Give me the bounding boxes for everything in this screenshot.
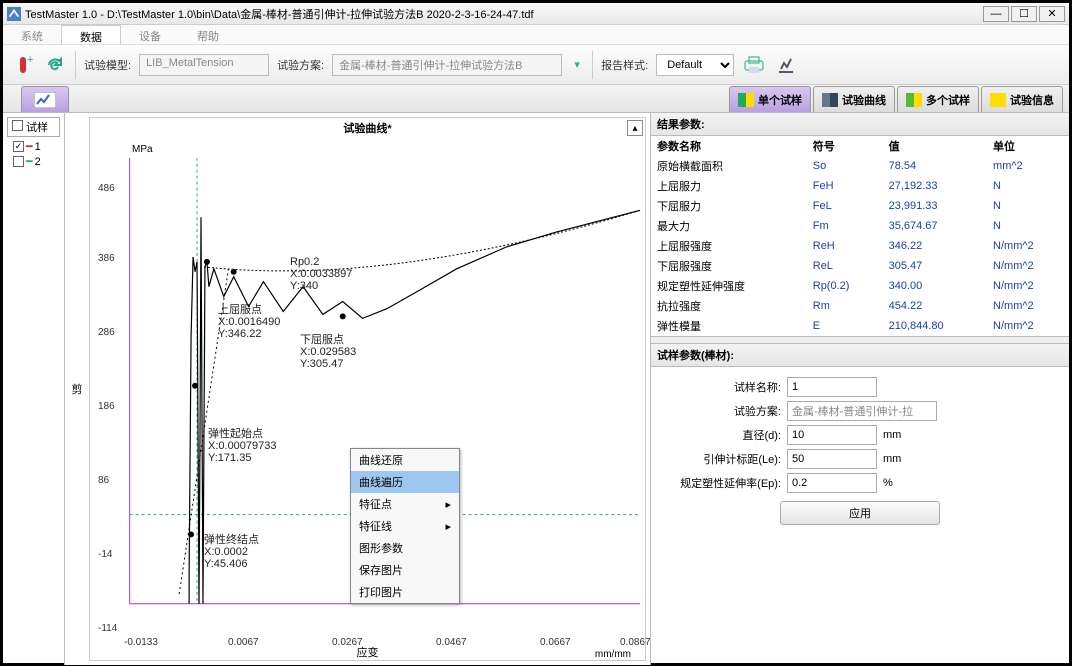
- minimize-button[interactable]: —: [983, 6, 1009, 22]
- tab-test-info[interactable]: 试验信息: [981, 86, 1063, 112]
- window-title: TestMaster 1.0 - D:\TestMaster 1.0\bin\D…: [25, 6, 534, 22]
- expand-chart-icon[interactable]: ▴: [627, 120, 643, 136]
- report-select[interactable]: Default: [656, 54, 734, 76]
- results-header: 结果参数:: [651, 113, 1069, 136]
- model-label: 试验模型:: [84, 57, 131, 73]
- chart-title: 试验曲线*: [90, 118, 645, 138]
- tree-item-1[interactable]: ✓━1: [7, 139, 60, 154]
- ep-input[interactable]: [787, 473, 877, 493]
- sample-params-header: 试样参数(棒材):: [651, 344, 1069, 367]
- ctx-traverse[interactable]: 曲线遍历: [351, 471, 459, 493]
- chevron-right-icon: ▸: [445, 520, 451, 533]
- maximize-button[interactable]: ☐: [1011, 6, 1037, 22]
- table-row: 上屈服力FeH27,192.33N: [651, 176, 1069, 196]
- scheme-field[interactable]: 金属-棒材-普通引伸计-拉伸试验方法B: [332, 54, 562, 76]
- sample-scheme-field: [787, 401, 937, 421]
- checkbox-icon[interactable]: [13, 156, 24, 167]
- menu-system[interactable]: 系统: [3, 25, 61, 44]
- report-label: 报告样式:: [601, 57, 648, 73]
- side-tab-chart[interactable]: [21, 86, 69, 112]
- x-unit: mm/mm: [595, 649, 631, 660]
- results-table: 参数名称符号值单位 原始横截面积So78.54mm^2上屈服力FeH27,192…: [651, 136, 1069, 336]
- tab-test-curve[interactable]: 试验曲线: [813, 86, 895, 112]
- ctx-save-image[interactable]: 保存图片: [351, 559, 459, 581]
- x-label: 应变: [357, 644, 379, 660]
- ep-label: 规定塑性延伸率(Ep):: [661, 475, 781, 491]
- sample-name-input[interactable]: [787, 377, 877, 397]
- close-button[interactable]: ✕: [1039, 6, 1065, 22]
- scheme-label: 试验方案:: [277, 57, 324, 73]
- table-row: 原始横截面积So78.54mm^2: [651, 156, 1069, 176]
- table-row: 下屈服力FeL23,991.33N: [651, 196, 1069, 216]
- apply-button[interactable]: 应用: [780, 501, 940, 525]
- diameter-input[interactable]: [787, 425, 877, 445]
- menu-device[interactable]: 设备: [121, 25, 179, 44]
- tree-item-2[interactable]: ━2: [7, 154, 60, 169]
- ctx-restore[interactable]: 曲线还原: [351, 449, 459, 471]
- model-field[interactable]: LIB_MetalTension: [139, 54, 269, 76]
- menu-data[interactable]: 数据: [61, 25, 121, 44]
- ctx-graph-params[interactable]: 图形参数: [351, 537, 459, 559]
- sample-name-label: 试样名称:: [661, 379, 781, 395]
- export-icon[interactable]: [774, 53, 798, 77]
- refresh-icon[interactable]: [43, 53, 67, 77]
- y-outer-label: 剪: [72, 381, 83, 397]
- table-row: 上屈服强度ReH346.22N/mm^2: [651, 236, 1069, 256]
- sample-tree: 试样 ✓━1 ━2: [3, 113, 65, 665]
- menu-help[interactable]: 帮助: [179, 25, 237, 44]
- print-preview-icon[interactable]: [742, 53, 766, 77]
- table-row: 参数名称符号值单位: [651, 136, 1069, 156]
- diameter-label: 直径(d):: [661, 427, 781, 443]
- table-row: 弹性模量E210,844.80N/mm^2: [651, 316, 1069, 336]
- tab-multi-sample[interactable]: 多个试样: [897, 86, 979, 112]
- scheme-dropdown-icon[interactable]: ▾: [570, 58, 584, 71]
- ctx-feature-line[interactable]: 特征线▸: [351, 515, 459, 537]
- app-icon: [7, 7, 21, 21]
- context-menu: 曲线还原 曲线遍历 特征点▸ 特征线▸ 图形参数 保存图片 打印图片: [350, 448, 460, 604]
- tree-header: 试样: [26, 122, 48, 134]
- gauge-input[interactable]: [787, 449, 877, 469]
- checkbox-icon[interactable]: ✓: [13, 141, 24, 152]
- gauge-label: 引伸计标距(Le):: [661, 451, 781, 467]
- chart-panel[interactable]: 试验曲线* ▴ MPa -114 -14 86 186 286 386 486 …: [89, 117, 646, 661]
- sample-scheme-label: 试验方案:: [661, 403, 781, 419]
- chevron-right-icon: ▸: [445, 498, 451, 511]
- tab-single-sample[interactable]: 单个试样: [729, 86, 811, 112]
- table-row: 抗拉强度Rm454.22N/mm^2: [651, 296, 1069, 316]
- ctx-feature-point[interactable]: 特征点▸: [351, 493, 459, 515]
- table-row: 最大力Fm35,674.67N: [651, 216, 1069, 236]
- table-row: 下屈服强度ReL305.47N/mm^2: [651, 256, 1069, 276]
- ctx-print-image[interactable]: 打印图片: [351, 581, 459, 603]
- table-row: 规定塑性延伸强度Rp(0.2)340.00N/mm^2: [651, 276, 1069, 296]
- tree-root-checkbox[interactable]: [12, 120, 23, 131]
- menu-bar: 系统 数据 设备 帮助: [3, 25, 1069, 45]
- add-sample-icon[interactable]: +: [11, 53, 35, 77]
- svg-text:+: +: [27, 55, 33, 66]
